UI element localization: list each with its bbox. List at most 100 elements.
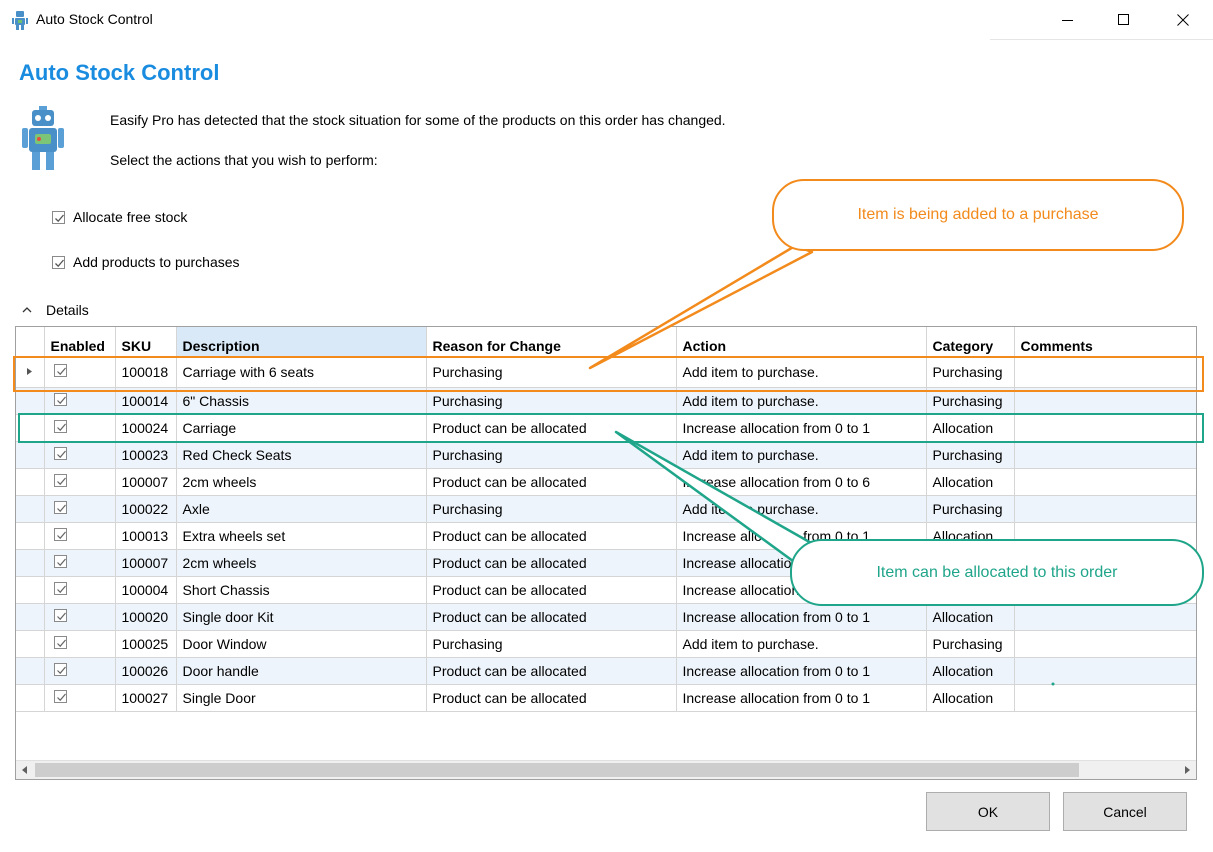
row-selector[interactable] [16, 441, 45, 469]
cell-reason: Purchasing [426, 441, 677, 469]
checkmark-icon [56, 585, 66, 593]
row-enabled-checkbox[interactable] [53, 689, 67, 703]
row-enabled-checkbox[interactable] [53, 662, 67, 676]
cell-comments [1014, 657, 1196, 685]
checkmark-icon [56, 396, 66, 404]
add-products-to-purchases-label: Add products to purchases [73, 254, 240, 270]
cancel-button[interactable]: Cancel [1063, 792, 1187, 831]
table-row[interactable]: 100024 Carriage Product can be allocated In… [16, 414, 1196, 442]
cell-enabled [44, 684, 116, 712]
cell-action: Increase allocation from 0 to 1 [676, 684, 927, 712]
cell-reason: Product can be allocated [426, 657, 677, 685]
cell-description: 6" Chassis [176, 387, 427, 415]
row-enabled-checkbox[interactable] [53, 608, 67, 622]
cell-description: 2cm wheels [176, 549, 427, 577]
cell-description: Door handle [176, 657, 427, 685]
row-enabled-checkbox[interactable] [53, 500, 67, 514]
row-enabled-checkbox[interactable] [53, 554, 67, 568]
row-enabled-checkbox[interactable] [53, 473, 67, 487]
cell-reason: Product can be allocated [426, 603, 677, 631]
column-header-category[interactable]: Category [926, 327, 1015, 358]
cell-sku: 100020 [115, 603, 177, 631]
cell-comments [1014, 468, 1196, 496]
cell-reason: Purchasing [426, 387, 677, 415]
allocate-free-stock-option[interactable]: Allocate free stock [52, 208, 187, 226]
cell-action: Add item to purchase. [676, 495, 927, 523]
row-header-column [16, 327, 45, 358]
table-row[interactable]: 100018 Carriage with 6 seats Purchasing Add… [16, 357, 1196, 388]
column-header-enabled[interactable]: Enabled [44, 327, 116, 358]
cell-category: Purchasing [926, 387, 1015, 415]
table-row[interactable]: 100026 Door handle Product can be allocate… [16, 657, 1196, 685]
row-selector[interactable] [16, 576, 45, 604]
ok-button[interactable]: OK [926, 792, 1050, 831]
cell-description: Single Door [176, 684, 427, 712]
row-enabled-checkbox[interactable] [53, 635, 67, 649]
cell-enabled [44, 387, 116, 415]
select-message: Select the actions that you wish to perf… [110, 152, 378, 168]
table-row[interactable]: 100007 2cm wheels Product can be allocated… [16, 468, 1196, 496]
details-expander[interactable]: Details [22, 302, 89, 318]
minimize-button[interactable] [1039, 0, 1097, 40]
allocate-free-stock-checkbox[interactable] [52, 210, 65, 224]
row-selector[interactable] [16, 495, 45, 523]
table-row[interactable]: 100027 Single Door Product can be allocate… [16, 684, 1196, 712]
column-header-action[interactable]: Action [676, 327, 927, 358]
allocation-callout: Item can be allocated to this order [790, 539, 1204, 606]
add-products-to-purchases-checkbox[interactable] [52, 255, 65, 269]
row-enabled-checkbox[interactable] [53, 581, 67, 595]
column-header-comments[interactable]: Comments [1014, 327, 1196, 358]
cell-enabled [44, 414, 116, 442]
scroll-right-icon[interactable] [1178, 761, 1196, 779]
row-enabled-checkbox[interactable] [53, 392, 67, 406]
cell-enabled [44, 549, 116, 577]
row-selector[interactable] [16, 684, 45, 712]
checkmark-icon [56, 423, 66, 431]
row-enabled-checkbox[interactable] [53, 527, 67, 541]
close-icon [1177, 14, 1189, 26]
checkmark-icon [56, 693, 66, 701]
cell-action: Add item to purchase. [676, 441, 927, 469]
cell-sku: 100024 [115, 414, 177, 442]
row-enabled-checkbox[interactable] [53, 419, 67, 433]
checkmark-icon [56, 612, 66, 620]
row-selector[interactable] [16, 387, 45, 415]
cell-enabled [44, 357, 116, 388]
table-row[interactable]: 100014 6" Chassis Purchasing Add item to pu… [16, 387, 1196, 415]
cell-enabled [44, 576, 116, 604]
checkmark-icon [56, 639, 66, 647]
scrollbar-thumb[interactable] [35, 763, 1079, 777]
horizontal-scrollbar[interactable] [16, 760, 1196, 779]
row-selector[interactable] [16, 549, 45, 577]
table-row[interactable]: 100025 Door Window Purchasing Add item to p… [16, 630, 1196, 658]
checkmark-icon [55, 214, 64, 222]
cell-reason: Product can be allocated [426, 576, 677, 604]
close-button[interactable] [1154, 0, 1212, 40]
column-header-description[interactable]: Description [176, 327, 427, 358]
column-header-reason[interactable]: Reason for Change [426, 327, 677, 358]
row-enabled-checkbox[interactable] [53, 446, 67, 460]
row-selector[interactable] [16, 414, 45, 442]
table-row[interactable]: 100020 Single door Kit Product can be allo… [16, 603, 1196, 631]
cell-reason: Purchasing [426, 495, 677, 523]
cell-category: Allocation [926, 414, 1015, 442]
cell-action: Add item to purchase. [676, 387, 927, 415]
row-selector[interactable] [16, 357, 45, 388]
row-selector[interactable] [16, 603, 45, 631]
table-row[interactable]: 100022 Axle Purchasing Add item to purchase… [16, 495, 1196, 523]
cell-reason: Product can be allocated [426, 684, 677, 712]
row-enabled-checkbox[interactable] [53, 364, 67, 377]
row-selector[interactable] [16, 657, 45, 685]
add-products-to-purchases-option[interactable]: Add products to purchases [52, 253, 240, 271]
row-selector[interactable] [16, 468, 45, 496]
title-divider [990, 39, 1213, 40]
column-header-sku[interactable]: SKU [115, 327, 177, 358]
cell-sku: 100004 [115, 576, 177, 604]
row-selector[interactable] [16, 630, 45, 658]
scroll-left-icon[interactable] [16, 761, 34, 779]
cell-description: Short Chassis [176, 576, 427, 604]
cell-comments [1014, 387, 1196, 415]
table-row[interactable]: 100023 Red Check Seats Purchasing Add item … [16, 441, 1196, 469]
row-selector[interactable] [16, 522, 45, 550]
maximize-button[interactable] [1095, 0, 1153, 40]
